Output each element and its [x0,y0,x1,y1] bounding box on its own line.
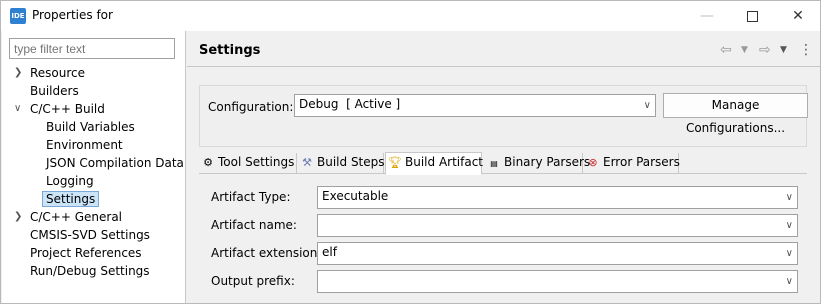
back-arrow-icon[interactable]: ⇦ [720,41,732,59]
tree-item-label: CMSIS-SVD Settings [30,228,150,242]
tree-item-label: Run/Debug Settings [30,264,150,278]
tree-item-settings[interactable]: Settings [42,190,100,208]
ide-app-icon: IDE [10,8,26,24]
tree-item-environment[interactable]: Environment [46,136,123,154]
tab-label: Binary Parsers [504,155,591,169]
configuration-label: Configuration: [208,100,294,114]
close-button[interactable]: ✕ [775,1,821,31]
tab-label: Error Parsers [603,155,680,169]
configuration-group: Configuration: Debug [ Active ] ∨ Manage… [199,85,808,147]
output-prefix-combo[interactable]: ∨ [317,270,798,293]
tree-item-run-debug-settings[interactable]: Run/Debug Settings [30,262,150,280]
tree-item-label: Resource [30,66,86,80]
category-panel: ❯ Resource Builders ∨ C/C++ Build Build … [2,31,186,303]
chevron-down-icon[interactable]: ∨ [14,100,24,118]
tab-error-parsers[interactable]: ⊗ Error Parsers [584,153,680,174]
tree-item-logging[interactable]: Logging [46,172,94,190]
artifact-extension-label: Artifact extension: [211,246,322,260]
chevron-down-icon: ∨ [785,220,793,231]
tree-item-build-variables[interactable]: Build Variables [46,118,135,136]
forward-menu-chevron-icon[interactable]: ▼ [780,41,787,59]
output-prefix-label: Output prefix: [211,274,295,288]
tree-item-cmsis-svd-settings[interactable]: CMSIS-SVD Settings [30,226,150,244]
configuration-value: Debug [ Active ] [299,97,401,111]
settings-page: Settings ⇦ ▼ ⇨ ▼ ⋮ Configuration: Debug … [187,31,820,303]
properties-dialog: IDE Properties for — ✕ ❯ Resource Builde… [0,0,821,304]
tab-binary-parsers[interactable]: ▤ Binary Parsers [485,153,590,174]
forward-arrow-icon[interactable]: ⇨ [759,41,771,59]
filter-input[interactable] [9,38,175,59]
artifact-type-select[interactable]: Executable ∨ [317,186,798,209]
tree-item-json-compilation-data[interactable]: JSON Compilation Data [46,154,184,172]
tree-item-label: Environment [46,138,123,152]
chevron-down-icon: ∨ [785,248,793,259]
tab-build-steps[interactable]: ⚒ Build Steps [298,153,385,174]
tree-item-cpp-build[interactable]: ∨ C/C++ Build [14,100,105,118]
tree-item-cpp-general[interactable]: ❯ C/C++ General [14,208,122,226]
build-steps-icon: ⚒ [302,156,312,169]
artifact-extension-combo[interactable]: elf ∨ [317,242,798,265]
chevron-down-icon: ∨ [785,276,793,287]
tab-tool-settings[interactable]: ⚙ Tool Settings [199,153,297,174]
artifact-name-label: Artifact name: [211,218,297,232]
artifact-name-combo[interactable]: ∨ [317,214,798,237]
settings-tabs: ⚙ Tool Settings ⚒ Build Steps 🏆︎ Build Arti… [199,152,807,175]
tree-item-label: Build Variables [46,120,135,134]
tree-item-label: Logging [46,174,94,188]
maximize-button[interactable] [729,1,775,31]
tree-item-label: Builders [30,84,79,98]
tree-item-label: C/C++ General [30,210,123,224]
artifact-type-value: Executable [322,189,389,203]
maximize-icon [746,10,758,22]
tree-item-label: Settings [42,191,100,207]
back-menu-chevron-icon[interactable]: ▼ [741,41,748,59]
chevron-down-icon: ∨ [643,100,651,111]
chevron-down-icon: ∨ [785,192,793,203]
tree-item-label: C/C++ Build [30,102,105,116]
view-menu-icon[interactable]: ⋮ [799,41,813,59]
tree-item-label: JSON Compilation Data [46,156,184,170]
tree-item-builders[interactable]: Builders [30,82,79,100]
artifact-type-label: Artifact Type: [211,190,291,204]
tab-label: Tool Settings [218,155,295,169]
chevron-right-icon[interactable]: ❯ [14,64,24,82]
tab-label: Build Artifact [405,155,483,169]
minimize-button[interactable]: — [684,1,730,31]
header-divider [187,66,820,67]
page-title: Settings [199,43,261,58]
tree-item-label: Project References [30,246,142,260]
tree-item-project-references[interactable]: Project References [30,244,142,262]
window-title: Properties for [32,8,113,22]
binary-icon: ▤ [490,159,498,168]
configuration-select[interactable]: Debug [ Active ] ∨ [294,94,656,117]
tree-item-resource[interactable]: ❯ Resource [14,64,85,82]
error-icon: ⊗ [588,156,598,169]
tab-label: Build Steps [317,155,385,169]
artifact-extension-value: elf [322,245,337,259]
tool-settings-icon: ⚙ [203,156,213,169]
tab-build-artifact[interactable]: 🏆︎ Build Artifact [385,152,483,175]
manage-configurations-button[interactable]: Manage Configurations... [663,93,808,135]
chevron-right-icon[interactable]: ❯ [14,208,24,226]
build-artifact-form: Artifact Type: Executable ∨ Artifact nam… [199,177,807,301]
title-bar: IDE Properties for — ✕ [1,1,820,31]
trophy-icon: 🏆︎ [388,156,402,169]
